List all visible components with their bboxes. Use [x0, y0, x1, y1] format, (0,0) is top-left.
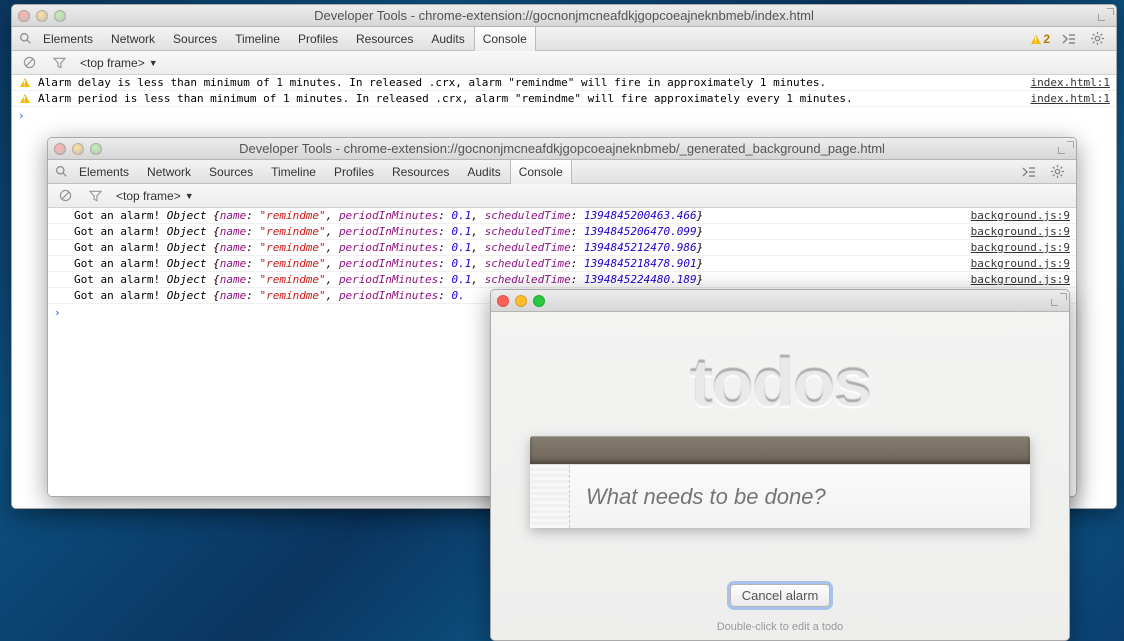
new-todo-input[interactable] [570, 484, 1030, 510]
console-row: Got an alarm! Object {name: "remindme", … [48, 256, 1076, 272]
filter-icon[interactable] [86, 187, 104, 205]
context-label: <top frame> [80, 56, 145, 70]
zoom-icon[interactable] [533, 295, 545, 307]
source-link[interactable]: background.js:9 [961, 241, 1070, 254]
tab-sources[interactable]: Sources [200, 160, 262, 184]
warning-icon [20, 78, 30, 87]
console-prompt[interactable]: › [12, 107, 1116, 124]
traffic-lights [54, 143, 102, 155]
console-row: Got an alarm! Object {name: "remindme", … [48, 240, 1076, 256]
tab-console[interactable]: Console [474, 27, 536, 51]
minimize-icon[interactable] [36, 10, 48, 22]
tab-elements[interactable]: Elements [34, 27, 102, 51]
minimize-icon[interactable] [515, 295, 527, 307]
console-row: Alarm period is less than minimum of 1 m… [12, 91, 1116, 107]
tab-elements[interactable]: Elements [70, 160, 138, 184]
tab-network[interactable]: Network [138, 160, 200, 184]
window-title: Developer Tools - chrome-extension://goc… [48, 141, 1076, 156]
minimize-icon[interactable] [72, 143, 84, 155]
gear-icon[interactable] [1088, 30, 1106, 48]
warning-count[interactable]: 2 [1031, 32, 1050, 46]
traffic-lights [18, 10, 66, 22]
source-link[interactable]: background.js:9 [961, 225, 1070, 238]
todo-card [530, 436, 1030, 528]
filter-icon[interactable] [50, 54, 68, 72]
tab-sources[interactable]: Sources [164, 27, 226, 51]
expand-icon[interactable] [1051, 292, 1067, 308]
traffic-lights [497, 295, 545, 307]
gear-icon[interactable] [1048, 163, 1066, 181]
tab-resources[interactable]: Resources [347, 27, 422, 51]
todo-gutter [530, 465, 570, 528]
console-message: Got an alarm! Object {name: "remindme", … [70, 273, 961, 286]
context-label: <top frame> [116, 189, 181, 203]
source-link[interactable]: index.html:1 [1021, 92, 1110, 105]
warning-icon [20, 94, 30, 103]
close-icon[interactable] [497, 295, 509, 307]
zoom-icon[interactable] [90, 143, 102, 155]
console-message: Alarm delay is less than minimum of 1 mi… [34, 76, 1021, 89]
tab-console[interactable]: Console [510, 160, 572, 184]
console-row: Alarm delay is less than minimum of 1 mi… [12, 75, 1116, 91]
titlebar[interactable]: Developer Tools - chrome-extension://goc… [12, 5, 1116, 27]
titlebar[interactable]: Developer Tools - chrome-extension://goc… [48, 138, 1076, 160]
tab-resources[interactable]: Resources [383, 160, 458, 184]
tab-audits[interactable]: Audits [458, 160, 509, 184]
console-filterbar: <top frame> ▼ [12, 51, 1116, 75]
prompt-chevron-icon: › [18, 109, 25, 122]
source-link[interactable]: background.js:9 [961, 273, 1070, 286]
search-icon[interactable] [52, 163, 70, 181]
tab-audits[interactable]: Audits [422, 27, 473, 51]
window-title: Developer Tools - chrome-extension://goc… [12, 8, 1116, 23]
console-filterbar: <top frame> ▼ [48, 184, 1076, 208]
chevron-down-icon: ▼ [185, 191, 194, 201]
console-message: Got an alarm! Object {name: "remindme", … [70, 257, 961, 270]
source-link[interactable]: background.js:9 [961, 257, 1070, 270]
expand-icon[interactable] [1058, 140, 1074, 156]
drawer-toggle-icon[interactable] [1020, 163, 1038, 181]
console-message: Got an alarm! Object {name: "remindme", … [70, 225, 961, 238]
clear-console-icon[interactable] [20, 54, 38, 72]
tab-timeline[interactable]: Timeline [262, 160, 325, 184]
zoom-icon[interactable] [54, 10, 66, 22]
context-selector[interactable]: <top frame> ▼ [80, 56, 158, 70]
source-link[interactable]: index.html:1 [1021, 76, 1110, 89]
warning-count-value: 2 [1043, 32, 1050, 46]
console-row: Got an alarm! Object {name: "remindme", … [48, 272, 1076, 288]
todos-heading: todos [690, 342, 871, 422]
prompt-chevron-icon: › [54, 306, 61, 319]
console-message: Alarm period is less than minimum of 1 m… [34, 92, 1021, 105]
tab-timeline[interactable]: Timeline [226, 27, 289, 51]
source-link[interactable]: background.js:9 [961, 209, 1070, 222]
search-icon[interactable] [16, 30, 34, 48]
console-row: Got an alarm! Object {name: "remindme", … [48, 224, 1076, 240]
console-row: Got an alarm! Object {name: "remindme", … [48, 208, 1076, 224]
devtools-tabbar: ElementsNetworkSourcesTimelineProfilesRe… [48, 160, 1076, 184]
chevron-down-icon: ▼ [149, 58, 158, 68]
clear-console-icon[interactable] [56, 187, 74, 205]
tab-profiles[interactable]: Profiles [289, 27, 347, 51]
drawer-toggle-icon[interactable] [1060, 30, 1078, 48]
console-message: Got an alarm! Object {name: "remindme", … [70, 209, 961, 222]
warning-icon [1031, 35, 1041, 44]
context-selector[interactable]: <top frame> ▼ [116, 189, 194, 203]
devtools-tabbar: ElementsNetworkSourcesTimelineProfilesRe… [12, 27, 1116, 51]
tab-profiles[interactable]: Profiles [325, 160, 383, 184]
close-icon[interactable] [18, 10, 30, 22]
expand-icon[interactable] [1098, 7, 1114, 23]
console-message: Got an alarm! Object {name: "remindme", … [70, 241, 961, 254]
todos-app-window: todos Cancel alarm Double-click to edit … [490, 289, 1070, 641]
close-icon[interactable] [54, 143, 66, 155]
cancel-alarm-button[interactable]: Cancel alarm [730, 584, 831, 607]
tab-network[interactable]: Network [102, 27, 164, 51]
titlebar[interactable] [491, 290, 1069, 312]
edit-hint: Double-click to edit a todo [717, 621, 844, 633]
